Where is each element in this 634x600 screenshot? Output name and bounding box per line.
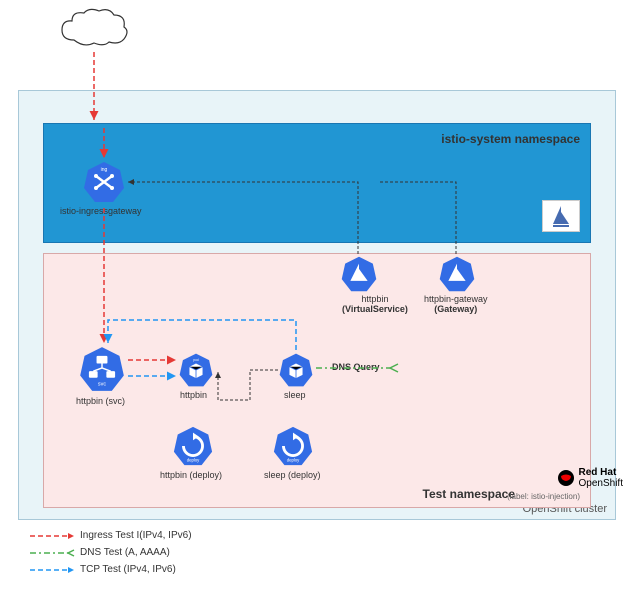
httpbin-gw-label: httpbin-gateway(Gateway) <box>424 294 488 314</box>
httpbin-svc-icon: svc <box>78 345 126 393</box>
httpbin-gw-icon <box>438 255 476 293</box>
httpbin-vs-label: httpbin(VirtualService) <box>342 294 408 314</box>
ingressgateway-icon: ing <box>82 160 126 204</box>
httpbin-svc-label: httpbin (svc) <box>76 396 125 406</box>
httpbin-pod-label: httpbin <box>180 390 207 400</box>
svg-text:deploy: deploy <box>287 457 300 462</box>
brand-line1: Red Hat <box>579 467 623 478</box>
legend-dns: DNS Test (A, AAAA) <box>30 547 192 558</box>
svg-text:svc: svc <box>98 381 106 387</box>
ingressgw-label: istio-ingressgateway <box>60 206 142 216</box>
sleep-pod-label: sleep <box>284 390 306 400</box>
istio-ns-label: istio-system namespace <box>441 132 580 146</box>
brand-line2: OpenShift <box>579 478 623 489</box>
svg-text:ing: ing <box>101 167 108 173</box>
legend: Ingress Test I(IPv4, IPv6) DNS Test (A, … <box>30 530 192 581</box>
istio-logo <box>542 200 580 232</box>
test-ns-sublabel: (label: istio-injection) <box>507 492 580 501</box>
svg-text:deploy: deploy <box>187 457 200 462</box>
sleep-deploy-label: sleep (deploy) <box>264 470 321 480</box>
dns-query-label: DNS Query <box>332 362 380 372</box>
cloud-icon <box>54 5 134 55</box>
sleep-deploy-icon: deploy <box>272 425 314 467</box>
httpbin-deploy-icon: deploy <box>172 425 214 467</box>
legend-ingress: Ingress Test I(IPv4, IPv6) <box>30 530 192 541</box>
openshift-cluster: OpenShift cluster istio-system namespace… <box>18 90 616 520</box>
httpbin-deploy-label: httpbin (deploy) <box>160 470 222 480</box>
redhat-logo: Red HatOpenShift <box>557 467 623 489</box>
httpbin-pod-icon: pod <box>178 352 214 388</box>
httpbin-vs-icon <box>340 255 378 293</box>
svg-text:pod: pod <box>193 358 199 362</box>
legend-tcp: TCP Test (IPv4, IPv6) <box>30 564 192 575</box>
sleep-pod-icon <box>278 352 314 388</box>
test-ns-label: Test namespace <box>423 487 516 501</box>
